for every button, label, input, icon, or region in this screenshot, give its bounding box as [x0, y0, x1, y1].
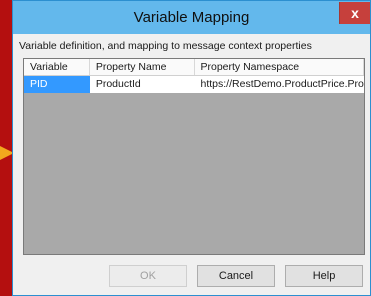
list-header: Variable Property Name Property Namespac…	[24, 59, 364, 76]
ok-button[interactable]: OK	[109, 265, 187, 287]
variable-mapping-list[interactable]: Variable Property Name Property Namespac…	[23, 58, 365, 255]
cell-property-namespace[interactable]: https://RestDemo.ProductPrice.Pro...	[195, 76, 365, 93]
column-header-variable[interactable]: Variable	[24, 59, 90, 75]
close-icon: x	[351, 5, 359, 21]
column-header-property-name[interactable]: Property Name	[90, 59, 195, 75]
description-label: Variable definition, and mapping to mess…	[19, 40, 312, 52]
cell-variable[interactable]: PID	[24, 76, 90, 93]
close-button[interactable]: x	[339, 2, 370, 24]
dialog-title: Variable Mapping	[133, 9, 250, 26]
table-row[interactable]: PID ProductId https://RestDemo.ProductPr…	[24, 76, 364, 93]
cell-property-name[interactable]: ProductId	[90, 76, 195, 93]
column-header-property-namespace[interactable]: Property Namespace	[195, 59, 364, 75]
help-button[interactable]: Help	[285, 265, 363, 287]
variable-mapping-dialog: Variable Mapping x Variable definition, …	[12, 0, 371, 296]
titlebar[interactable]: Variable Mapping x	[13, 1, 370, 34]
cancel-button[interactable]: Cancel	[197, 265, 275, 287]
